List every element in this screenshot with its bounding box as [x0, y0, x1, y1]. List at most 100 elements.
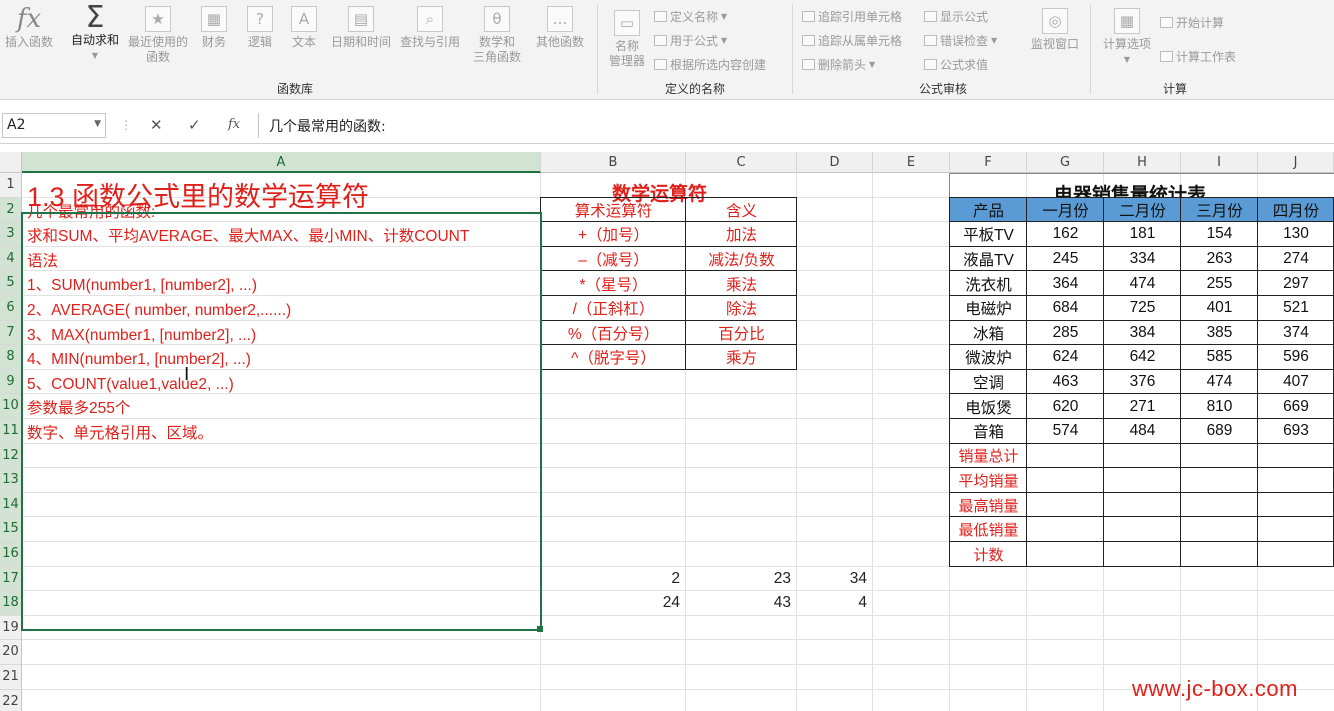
row-header-10[interactable]: 10	[0, 394, 22, 419]
sales-value-cell[interactable]: 364	[1027, 271, 1104, 296]
sales-header-cell[interactable]: 产品	[950, 197, 1027, 223]
operators-cell[interactable]: ^（脱字号）	[541, 345, 686, 370]
sales-product-cell[interactable]: 电磁炉	[950, 296, 1027, 321]
text-button[interactable]: A 文本	[286, 6, 322, 50]
sales-value-cell[interactable]: 274	[1258, 247, 1334, 272]
use-in-formula-button[interactable]: 用于公式 ▼	[654, 32, 727, 49]
recent-functions-button[interactable]: ★ 最近使用的 函数	[124, 6, 192, 65]
row-header-5[interactable]: 5	[0, 271, 22, 296]
sales-value-cell[interactable]: 162	[1027, 222, 1104, 247]
operators-header-cell[interactable]: 算术运算符	[541, 198, 686, 223]
sales-value-cell[interactable]: 181	[1104, 222, 1181, 247]
more-functions-button[interactable]: … 其他函数	[530, 6, 590, 50]
operators-cell[interactable]: +（加号）	[541, 222, 686, 247]
number-cell[interactable]: 4	[797, 591, 867, 616]
sales-value-cell[interactable]: 474	[1181, 370, 1258, 395]
operators-header-cell[interactable]: 含义	[686, 198, 797, 223]
sales-value-cell[interactable]: 154	[1181, 222, 1258, 247]
cancel-icon[interactable]: ✕	[150, 116, 163, 134]
sales-summary-label[interactable]: 平均销量	[950, 468, 1027, 493]
logical-button[interactable]: ? 逻辑	[242, 6, 278, 50]
sales-product-cell[interactable]: 微波炉	[950, 345, 1027, 370]
sales-header-cell[interactable]: 一月份	[1027, 197, 1104, 223]
row-header-20[interactable]: 20	[0, 640, 22, 665]
row-header-1[interactable]: 1	[0, 173, 22, 198]
row-header-14[interactable]: 14	[0, 492, 22, 518]
sales-value-cell[interactable]: 689	[1181, 419, 1258, 444]
define-name-button[interactable]: 定义名称 ▼	[654, 8, 727, 25]
row-header-7[interactable]: 7	[0, 320, 22, 346]
operators-cell[interactable]: 百分比	[686, 321, 797, 346]
row-header-3[interactable]: 3	[0, 222, 22, 247]
sales-product-cell[interactable]: 液晶TV	[950, 247, 1027, 272]
sales-value-cell[interactable]: 725	[1104, 296, 1181, 321]
sales-value-cell[interactable]: 693	[1258, 419, 1334, 444]
row-header-21[interactable]: 21	[0, 665, 22, 690]
error-checking-button[interactable]: 错误检查 ▼	[924, 32, 997, 49]
spreadsheet-grid[interactable]: ABCDEFGHIJ 1 2 3 4 5 6 7 8 9 10 11 12 13 14 15 16 17 18 19…	[0, 152, 1334, 711]
name-manager-button[interactable]: ▭ 名称 管理器	[604, 10, 650, 69]
sales-value-cell[interactable]: 474	[1104, 271, 1181, 296]
operators-cell[interactable]: %（百分号）	[541, 321, 686, 346]
column-header-c[interactable]: C	[686, 152, 797, 173]
operators-cell[interactable]: /（正斜杠）	[541, 296, 686, 321]
sales-value-cell[interactable]: 669	[1258, 394, 1334, 419]
column-header-g[interactable]: G	[1027, 152, 1104, 173]
calc-now-button[interactable]: 开始计算	[1160, 14, 1224, 31]
number-cell[interactable]: 23	[686, 567, 791, 592]
sales-value-cell[interactable]: 521	[1258, 296, 1334, 321]
row-header-16[interactable]: 16	[0, 542, 22, 567]
sales-value-cell[interactable]: 255	[1181, 271, 1258, 296]
row-header-22[interactable]: 22	[0, 689, 22, 711]
sales-value-cell[interactable]: 596	[1258, 345, 1334, 370]
sales-value-cell[interactable]: 263	[1181, 247, 1258, 272]
operators-cell[interactable]: 除法	[686, 296, 797, 321]
number-cell[interactable]: 24	[541, 591, 680, 616]
sales-header-cell[interactable]: 三月份	[1181, 197, 1258, 223]
sales-value-cell[interactable]: 407	[1258, 370, 1334, 395]
sales-value-cell[interactable]: 810	[1181, 394, 1258, 419]
sales-value-cell[interactable]: 620	[1027, 394, 1104, 419]
financial-button[interactable]: ▦ 财务	[196, 6, 232, 50]
row-header-13[interactable]: 13	[0, 468, 22, 493]
row-header-2[interactable]: 2	[0, 197, 22, 223]
number-cell[interactable]: 34	[797, 567, 867, 592]
operators-cell[interactable]: 减法/负数	[686, 247, 797, 272]
sales-summary-label[interactable]: 销量总计	[950, 444, 1027, 469]
row-header-15[interactable]: 15	[0, 517, 22, 542]
sales-value-cell[interactable]: 385	[1181, 321, 1258, 346]
operators-cell[interactable]: 乘方	[686, 345, 797, 370]
column-header-b[interactable]: B	[541, 152, 686, 173]
column-header-i[interactable]: I	[1181, 152, 1258, 173]
column-header-j[interactable]: J	[1258, 152, 1334, 173]
sales-value-cell[interactable]: 297	[1258, 271, 1334, 296]
sales-value-cell[interactable]: 574	[1027, 419, 1104, 444]
sales-value-cell[interactable]: 585	[1181, 345, 1258, 370]
sales-value-cell[interactable]: 401	[1181, 296, 1258, 321]
sales-summary-label[interactable]: 计数	[950, 542, 1027, 567]
enter-icon[interactable]: ✓	[188, 116, 201, 134]
sales-summary-label[interactable]: 最低销量	[950, 517, 1027, 542]
sales-summary-label[interactable]: 最高销量	[950, 493, 1027, 518]
row-header-18[interactable]: 18	[0, 591, 22, 616]
select-all-corner[interactable]	[0, 152, 22, 173]
math-trig-button[interactable]: θ 数学和 三角函数	[466, 6, 528, 65]
sales-value-cell[interactable]: 245	[1027, 247, 1104, 272]
row-header-12[interactable]: 12	[0, 443, 22, 469]
remove-arrows-button[interactable]: 删除箭头 ▼	[802, 56, 875, 73]
sales-value-cell[interactable]: 285	[1027, 321, 1104, 346]
sales-value-cell[interactable]: 374	[1258, 321, 1334, 346]
row-header-8[interactable]: 8	[0, 345, 22, 370]
sales-value-cell[interactable]: 271	[1104, 394, 1181, 419]
operators-cell[interactable]: 乘法	[686, 271, 797, 296]
sales-product-cell[interactable]: 平板TV	[950, 222, 1027, 247]
number-cell[interactable]: 43	[686, 591, 791, 616]
column-header-d[interactable]: D	[797, 152, 873, 173]
sales-header-cell[interactable]: 二月份	[1104, 197, 1181, 223]
chevron-down-icon[interactable]: ▼	[94, 119, 101, 129]
row-header-17[interactable]: 17	[0, 566, 22, 592]
insert-function-button[interactable]: fx 插入函数	[2, 6, 56, 50]
trace-dependents-button[interactable]: 追踪从属单元格	[802, 32, 902, 49]
sales-product-cell[interactable]: 冰箱	[950, 321, 1027, 346]
sales-header-cell[interactable]: 四月份	[1258, 197, 1334, 223]
